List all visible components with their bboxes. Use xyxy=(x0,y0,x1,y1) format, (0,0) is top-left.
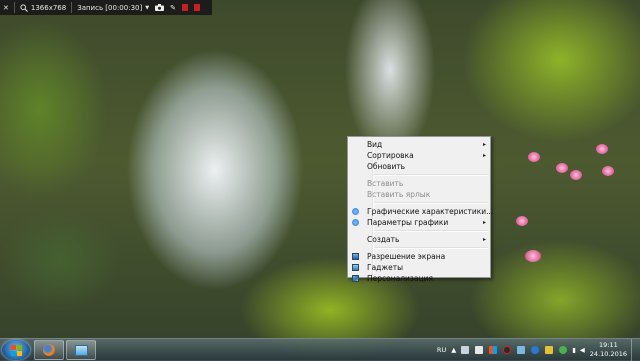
menu-item-label: Вставить ярлык xyxy=(367,190,431,199)
submenu-arrow-icon: ▸ xyxy=(482,141,486,148)
wallpaper-flower xyxy=(525,250,541,262)
wallpaper-flower xyxy=(556,163,568,173)
menu-item-refresh[interactable]: Обновить xyxy=(348,161,490,172)
recorder-resolution-button[interactable]: 1366x768 xyxy=(17,0,69,15)
divider xyxy=(13,2,15,13)
network-icon[interactable] xyxy=(517,346,526,354)
printer-icon[interactable] xyxy=(475,346,484,354)
camera-icon xyxy=(155,4,165,11)
menu-item-personalization[interactable]: Персонализация xyxy=(348,273,490,284)
camera-button[interactable] xyxy=(152,0,167,15)
tray-expand-icon[interactable]: ▲ xyxy=(451,346,456,354)
wallpaper-flower xyxy=(602,166,614,176)
menu-item-label: Гаджеты xyxy=(367,263,404,272)
menu-item-label: Вставить xyxy=(367,179,404,188)
menu-separator xyxy=(374,230,488,232)
pencil-icon: ✎ xyxy=(170,3,176,12)
menu-item-label: Вид xyxy=(367,140,383,149)
intel-tray-icon[interactable] xyxy=(531,346,540,354)
firefox-icon xyxy=(43,344,55,356)
wallpaper-flower xyxy=(528,152,540,162)
chevron-down-icon: ▼ xyxy=(145,4,150,11)
taskbar-app-firefox[interactable] xyxy=(34,340,64,360)
screen-recorder-toolbar: ✕ 1366x768 Запись [00:00:30] ▼ ✎ xyxy=(0,0,212,15)
menu-item-label: Обновить xyxy=(367,162,406,171)
search-icon xyxy=(20,3,28,12)
warning-icon[interactable] xyxy=(545,346,554,354)
language-indicator[interactable]: RU xyxy=(437,346,446,354)
keyboard-icon[interactable] xyxy=(461,346,470,354)
menu-item-label: Графические характеристики... xyxy=(367,207,494,216)
menu-item-new[interactable]: Создать ▸ xyxy=(348,234,490,245)
divider xyxy=(71,2,73,13)
flag-icon[interactable] xyxy=(489,346,498,354)
intel-graphics-icon xyxy=(352,219,359,226)
wallpaper-flower xyxy=(570,170,582,180)
taskbar: RU ▲ ▮ ◀ 19:11 24.10.2016 xyxy=(0,338,640,361)
menu-item-label: Параметры графики xyxy=(367,218,449,227)
stop-icon xyxy=(193,4,200,11)
gadgets-icon xyxy=(352,264,359,271)
recorder-record-status[interactable]: Запись [00:00:30] ▼ xyxy=(74,0,152,15)
submenu-arrow-icon: ▸ xyxy=(482,152,486,159)
recorder-close-button[interactable]: ✕ xyxy=(0,0,12,15)
recorder-tray-icon[interactable] xyxy=(503,346,512,354)
pause-icon xyxy=(181,4,188,11)
menu-separator xyxy=(374,202,488,204)
menu-item-gadgets[interactable]: Гаджеты xyxy=(348,262,490,273)
menu-item-graphics-properties[interactable]: Графические характеристики... xyxy=(348,206,494,217)
personalization-icon xyxy=(352,275,359,282)
menu-item-paste[interactable]: Вставить xyxy=(348,178,490,189)
desktop-wallpaper[interactable] xyxy=(0,0,640,360)
menu-item-label: Создать xyxy=(367,235,400,244)
submenu-arrow-icon: ▸ xyxy=(482,236,486,243)
menu-item-view[interactable]: Вид ▸ xyxy=(348,139,490,150)
draw-button[interactable]: ✎ xyxy=(167,0,179,15)
menu-item-label: Сортировка xyxy=(367,151,414,160)
signal-icon[interactable]: ▮ xyxy=(572,346,576,354)
recorder-resolution: 1366x768 xyxy=(30,3,67,12)
wallpaper-flower xyxy=(516,216,528,226)
system-tray: RU ▲ ▮ ◀ 19:11 24.10.2016 xyxy=(437,339,640,361)
submenu-arrow-icon: ▸ xyxy=(482,219,486,226)
show-desktop-button[interactable] xyxy=(631,339,640,361)
clock-time: 19:11 xyxy=(599,341,618,349)
desktop-context-menu: Вид ▸ Сортировка ▸ Обновить Вставить Вст… xyxy=(347,136,494,283)
screen-resolution-icon xyxy=(352,253,359,260)
menu-item-label: Персонализация xyxy=(367,274,433,283)
taskbar-app-explorer[interactable] xyxy=(66,340,96,360)
intel-graphics-icon xyxy=(352,208,359,215)
menu-item-paste-shortcut[interactable]: Вставить ярлык xyxy=(348,189,490,200)
tray-clock[interactable]: 19:11 24.10.2016 xyxy=(590,341,627,359)
clock-date: 24.10.2016 xyxy=(589,350,627,358)
menu-item-label: Разрешение экрана xyxy=(367,252,446,261)
volume-icon[interactable]: ◀ xyxy=(580,346,585,354)
pause-button[interactable] xyxy=(179,0,191,15)
record-status-label: Запись [00:00:30] xyxy=(77,3,143,12)
menu-separator xyxy=(374,174,488,176)
close-icon: ✕ xyxy=(3,3,9,12)
menu-item-graphics-options[interactable]: Параметры графики ▸ xyxy=(348,217,490,228)
menu-item-sort[interactable]: Сортировка ▸ xyxy=(348,150,490,161)
menu-item-screen-resolution[interactable]: Разрешение экрана xyxy=(348,251,490,262)
folder-window-icon xyxy=(75,345,88,356)
start-button[interactable] xyxy=(2,340,30,360)
stop-button[interactable] xyxy=(191,0,203,15)
wallpaper-flower xyxy=(596,144,608,154)
update-icon[interactable] xyxy=(559,346,568,354)
menu-separator xyxy=(374,247,488,249)
